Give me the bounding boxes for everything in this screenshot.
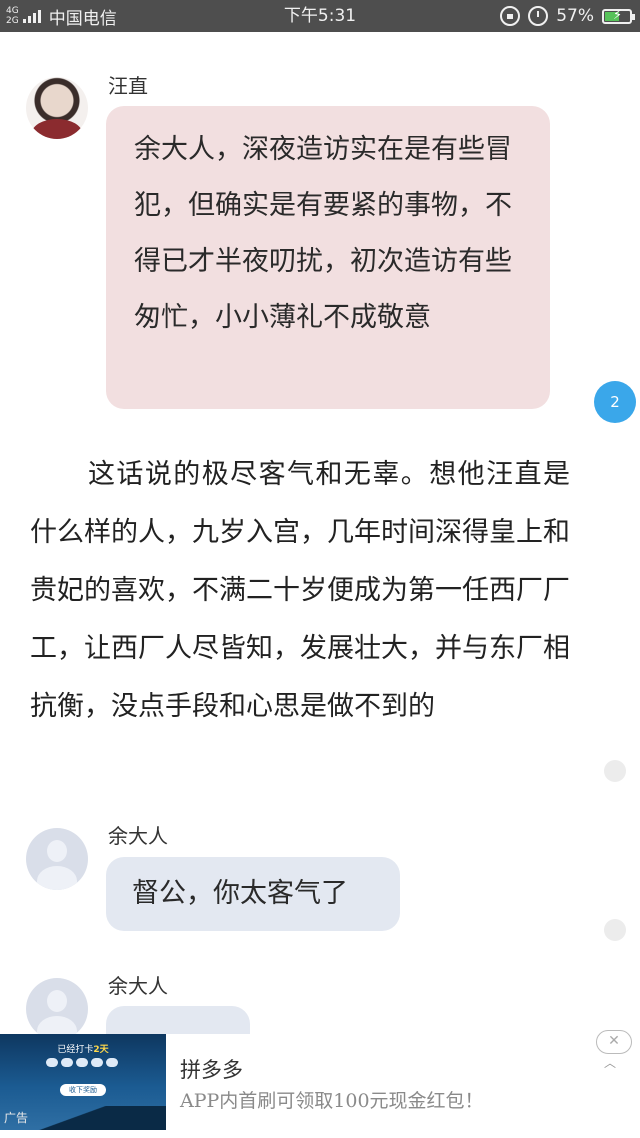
paragraph-comment-dot[interactable] [604, 919, 626, 941]
lock-icon [500, 6, 521, 26]
ad-tag: 广告 [4, 1111, 29, 1125]
weather-icons [46, 1058, 118, 1067]
narration-paragraph: 这话说的极尽客气和无辜。想他汪直是什么样的人，九岁入宫，几年时间深得皇上和贵妃的… [30, 459, 570, 722]
status-bar: 4G 2G 中国电信 下午5:31 57% ⚡ [0, 0, 640, 32]
ad-image-title: 已经打卡2天 [0, 1042, 166, 1055]
avatar[interactable] [26, 828, 88, 890]
ad-image-title-prefix: 已经打卡 [57, 1045, 94, 1055]
network-type-bottom: 2G [6, 16, 19, 26]
status-left: 4G 2G 中国电信 [6, 0, 117, 32]
carrier-name: 中国电信 [48, 8, 117, 29]
battery-icon: ⚡ [602, 7, 635, 24]
signal-icon [22, 9, 41, 23]
ad-description[interactable]: APP内首刷可领取100元现金红包！ [180, 1086, 484, 1113]
avatar[interactable] [26, 77, 88, 139]
avatar-head [47, 840, 67, 862]
status-right: 57% ⚡ [500, 0, 635, 32]
ad-image-button[interactable]: 收下奖励 [60, 1084, 106, 1096]
network-type-top: 4G [6, 6, 19, 16]
chat-bubble: 督公，你太客气了 [106, 857, 400, 931]
charging-icon: ⚡ [613, 7, 623, 23]
battery-percent: 57% [556, 6, 594, 26]
ad-image-title-highlight: 2天 [93, 1045, 109, 1055]
close-icon[interactable]: ✕ [596, 1030, 632, 1054]
paragraph-comment-dot[interactable] [604, 760, 626, 782]
avatar-body [37, 866, 77, 890]
chat-bubble: 余大人，深夜造访实在是有些冒犯，但确实是有要紧的事物，不得已才半夜叨扰，初次造访… [106, 106, 550, 409]
network-type: 4G 2G [6, 6, 19, 26]
alarm-icon [528, 6, 549, 26]
avatar-figure [32, 119, 82, 139]
avatar[interactable] [26, 978, 88, 1040]
speaker-name: 汪直 [108, 74, 148, 98]
ad-image[interactable]: 已经打卡2天 收下奖励 广告 [0, 1034, 166, 1130]
comment-count-badge[interactable]: 2 [594, 381, 636, 423]
ad-banner[interactable]: 已经打卡2天 收下奖励 广告 拼多多 APP内首刷可领取100元现金红包！ [0, 1034, 640, 1138]
speaker-name: 余大人 [108, 824, 168, 848]
speaker-name: 余大人 [108, 974, 168, 998]
chevron-up-icon[interactable]: ︿ [604, 1056, 618, 1070]
avatar-head [47, 990, 67, 1012]
ad-title[interactable]: 拼多多 [180, 1054, 243, 1084]
